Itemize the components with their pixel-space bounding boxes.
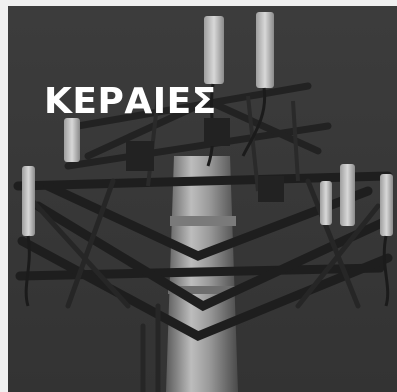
cell-tower-image — [8, 6, 397, 392]
tile-title: ΚΕΡΑΙΕΣ — [44, 81, 217, 122]
category-tile-antennas[interactable]: ΚΕΡΑΙΕΣ — [8, 6, 397, 392]
